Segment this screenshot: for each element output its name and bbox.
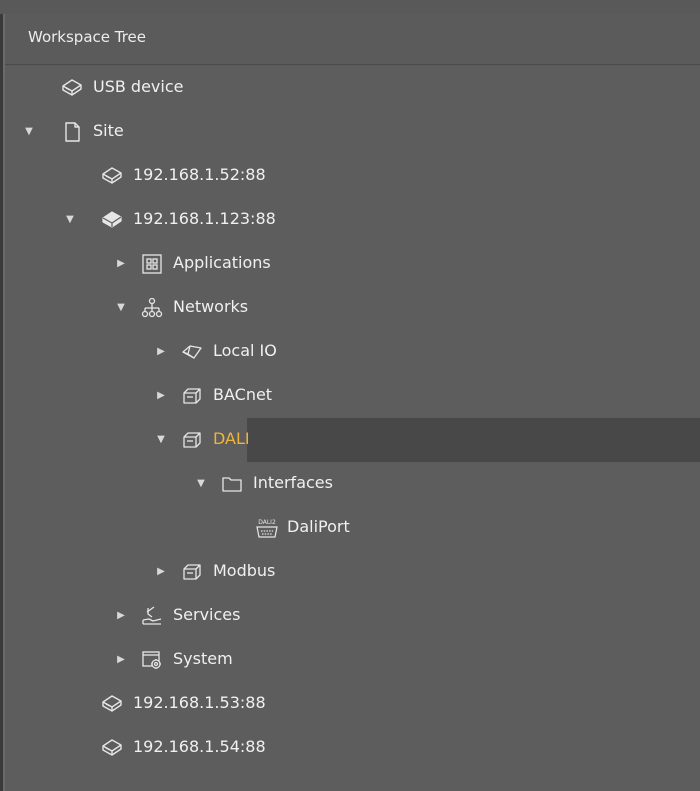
workspace-tree-panel: Workspace Tree USB device ▼ Site 192.168…	[0, 0, 700, 791]
tree-item-services[interactable]: ▶ Services	[5, 594, 700, 638]
tree-item-bacnet[interactable]: ▶ BACnet	[5, 374, 700, 418]
tree-item-interfaces[interactable]: ▼ Interfaces	[5, 462, 700, 506]
chevron-down-icon[interactable]: ▼	[115, 302, 127, 314]
tree-item-label: BACnet	[213, 385, 273, 404]
protocol-icon	[180, 384, 204, 408]
device-icon	[100, 692, 124, 716]
applications-icon	[140, 252, 164, 276]
tree-item-label: Services	[173, 605, 241, 624]
tree-item-usb-device[interactable]: USB device	[5, 66, 700, 110]
chevron-right-icon[interactable]: ▶	[115, 610, 127, 622]
tree-item-daliport[interactable]: DALI2 DaliPort	[5, 506, 700, 550]
tree-item-label: 192.168.1.52:88	[133, 165, 266, 184]
tree-item-label: Site	[93, 121, 124, 140]
tree-item-label: Local IO	[213, 341, 277, 360]
tree-item-modbus[interactable]: ▶ Modbus	[5, 550, 700, 594]
services-icon	[140, 604, 164, 628]
tree-item-label: 192.168.1.54:88	[133, 737, 266, 756]
device-icon	[100, 164, 124, 188]
selection-highlight	[247, 418, 700, 462]
chevron-down-icon[interactable]: ▼	[195, 478, 207, 490]
file-icon	[60, 120, 84, 144]
tree-item-label: USB device	[93, 77, 184, 96]
chevron-right-icon[interactable]: ▶	[115, 258, 127, 270]
system-settings-icon	[140, 648, 164, 672]
tree-item-site[interactable]: ▼ Site	[5, 110, 700, 154]
chevron-down-icon[interactable]: ▼	[155, 434, 167, 446]
tree-item-dali[interactable]: ▼ DALI	[5, 418, 700, 462]
top-strip	[0, 0, 700, 14]
chevron-right-icon[interactable]: ▶	[115, 654, 127, 666]
network-icon	[140, 296, 164, 320]
device-icon	[60, 76, 84, 100]
dali-port-icon: DALI2	[255, 516, 279, 540]
chevron-down-icon[interactable]: ▼	[23, 126, 35, 138]
local-io-icon	[180, 340, 204, 364]
tree-item-label: 192.168.1.123:88	[133, 209, 276, 228]
chevron-right-icon[interactable]: ▶	[155, 390, 167, 402]
chevron-down-icon[interactable]: ▼	[64, 214, 76, 226]
tree-item-label: Modbus	[213, 561, 276, 580]
tree-item-networks[interactable]: ▼ Networks	[5, 286, 700, 330]
panel-title: Workspace Tree	[28, 28, 147, 46]
panel-header: Workspace Tree	[5, 14, 700, 65]
device-connected-icon	[100, 208, 124, 232]
tree-item-applications[interactable]: ▶ Applications	[5, 242, 700, 286]
device-icon	[100, 736, 124, 760]
tree-item-label: DaliPort	[287, 517, 350, 536]
tree-item-label: 192.168.1.53:88	[133, 693, 266, 712]
tree-view[interactable]: USB device ▼ Site 192.168.1.52:88 ▼ 192.…	[5, 66, 700, 791]
tree-item-device-54[interactable]: 192.168.1.54:88	[5, 726, 700, 770]
tree-item-device-52[interactable]: 192.168.1.52:88	[5, 154, 700, 198]
tree-item-device-53[interactable]: 192.168.1.53:88	[5, 682, 700, 726]
protocol-icon	[180, 560, 204, 584]
chevron-right-icon[interactable]: ▶	[155, 566, 167, 578]
tree-item-label: Networks	[173, 297, 249, 316]
protocol-icon	[180, 428, 204, 452]
tree-item-system[interactable]: ▶ System	[5, 638, 700, 682]
tree-item-label: Interfaces	[253, 473, 333, 492]
tree-item-label: System	[173, 649, 233, 668]
tree-item-label: DALI	[213, 429, 250, 448]
folder-icon	[220, 472, 244, 496]
chevron-right-icon[interactable]: ▶	[155, 346, 167, 358]
tree-item-device-123[interactable]: ▼ 192.168.1.123:88	[5, 198, 700, 242]
tree-item-local-io[interactable]: ▶ Local IO	[5, 330, 700, 374]
svg-text:DALI2: DALI2	[258, 519, 276, 526]
tree-item-label: Applications	[173, 253, 271, 272]
